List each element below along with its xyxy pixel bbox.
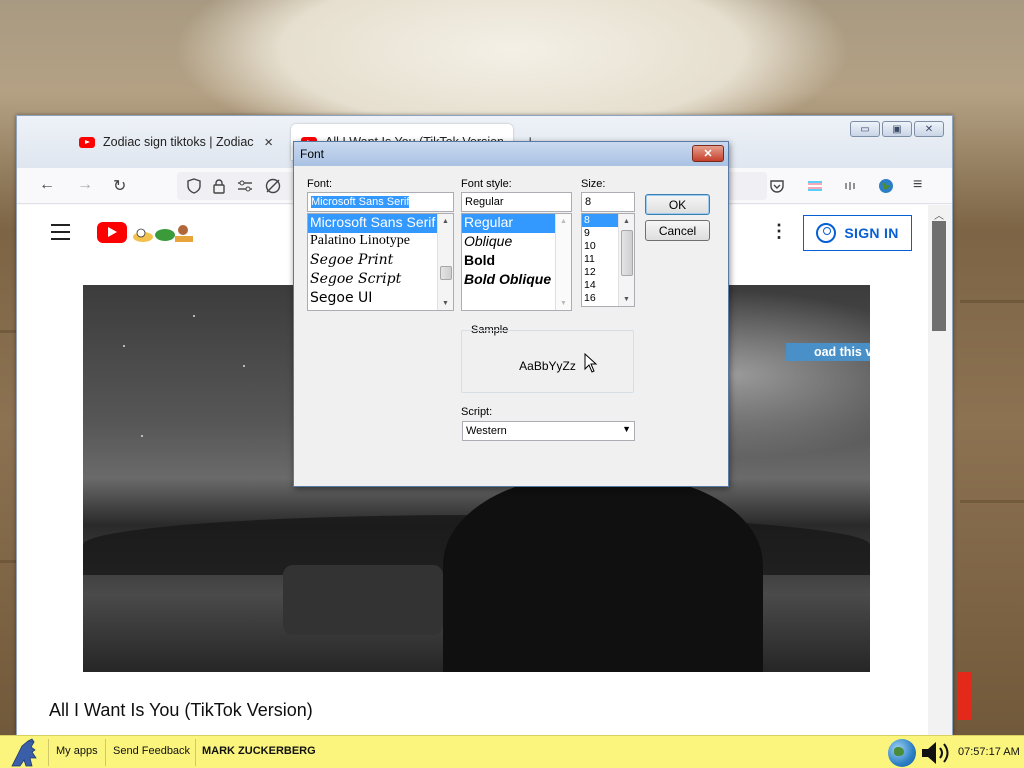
scroll-thumb[interactable] <box>440 266 452 280</box>
mouse-cursor-icon <box>584 353 598 373</box>
size-list-scrollbar[interactable]: ▲ ▼ <box>618 214 634 306</box>
red-object <box>958 672 972 720</box>
permissions-icon[interactable] <box>237 179 253 193</box>
taskbar: My apps Send Feedback MARK ZUCKERBERG 07… <box>0 735 1024 768</box>
autoplay-blocked-icon[interactable] <box>265 178 281 194</box>
close-window-button[interactable]: ✕ <box>914 121 944 137</box>
font-style-scrollbar[interactable]: ▲ ▼ <box>555 214 571 310</box>
font-list-item[interactable]: Segoe Script <box>308 271 453 290</box>
back-arrow-icon[interactable]: ← <box>39 176 55 194</box>
menu-icon[interactable]: ≡ <box>913 176 922 194</box>
more-options-icon[interactable]: ⋮ <box>770 221 788 242</box>
taskbar-divider <box>48 739 49 766</box>
wall-texture <box>0 330 16 333</box>
video-star <box>243 365 245 367</box>
font-list-item[interactable]: Palatino Linotype <box>308 233 453 252</box>
font-name-value: Microsoft Sans Serif <box>311 196 410 208</box>
wall-texture <box>0 560 16 563</box>
size-input[interactable]: 8 <box>581 192 635 212</box>
video-star <box>193 315 195 317</box>
sample-preview: AaBbYyZz <box>461 330 634 393</box>
scroll-thumb[interactable] <box>932 221 946 331</box>
youtube-doodle-icon[interactable] <box>131 221 197 245</box>
cancel-button[interactable]: Cancel <box>645 220 710 241</box>
youtube-logo-icon[interactable] <box>97 222 127 243</box>
pocket-icon[interactable] <box>769 178 785 194</box>
font-list-item[interactable]: Segoe UI <box>308 290 453 309</box>
video-star <box>141 435 143 437</box>
scroll-thumb[interactable] <box>621 230 633 276</box>
scroll-up-icon[interactable]: ▲ <box>556 214 571 228</box>
scroll-down-icon[interactable]: ▼ <box>619 292 634 306</box>
size-label: Size: <box>581 178 606 190</box>
tab-zodiac[interactable]: Zodiac sign tiktoks | Zodiac tiktoks × <box>69 124 283 160</box>
size-list[interactable]: 8 9 10 11 12 14 16 ▲ ▼ <box>581 213 635 307</box>
font-dialog: Font ✕ Font: Microsoft Sans Serif Micros… <box>293 141 729 487</box>
minimize-button[interactable]: ▭ <box>850 121 880 137</box>
start-dinosaur-icon[interactable] <box>8 738 46 768</box>
font-list-item[interactable]: Microsoft Sans Serif <box>308 214 453 233</box>
dialog-titlebar[interactable]: Font ✕ <box>294 142 728 166</box>
font-style-label: Font style: <box>461 178 512 190</box>
maximize-button[interactable]: ▣ <box>882 121 912 137</box>
volume-speaker-icon[interactable] <box>920 740 954 766</box>
my-apps-button[interactable]: My apps <box>56 745 98 757</box>
send-feedback-button[interactable]: Send Feedback <box>113 745 190 757</box>
taskbar-divider <box>105 739 106 766</box>
window-controls: ▭ ▣ ✕ <box>850 121 944 137</box>
lock-icon[interactable] <box>213 178 225 194</box>
taskbar-clock: 07:57:17 AM <box>958 746 1020 758</box>
dialog-close-button[interactable]: ✕ <box>692 145 724 162</box>
wall-texture <box>960 500 1024 503</box>
font-style-list[interactable]: Regular Oblique Bold Bold Oblique ▲ ▼ <box>461 213 572 311</box>
scroll-down-icon[interactable]: ▼ <box>438 296 453 310</box>
audio-extension-icon[interactable] <box>843 178 859 194</box>
page-scrollbar[interactable]: ︿ <box>928 205 952 735</box>
tab-close-icon[interactable]: × <box>264 134 273 151</box>
shield-icon[interactable] <box>187 178 201 194</box>
script-label: Script: <box>461 406 493 418</box>
scroll-down-icon[interactable]: ▼ <box>556 296 571 310</box>
video-star <box>123 345 125 347</box>
font-list[interactable]: Microsoft Sans Serif Palatino Linotype S… <box>307 213 454 311</box>
download-label: oad this video <box>813 345 870 359</box>
download-video-bar[interactable]: oad this video ? X <box>786 343 870 361</box>
tab-label: Zodiac sign tiktoks | Zodiac tiktoks <box>103 135 256 149</box>
wall-texture <box>960 300 1024 303</box>
font-list-scrollbar[interactable]: ▲ ▼ <box>437 214 453 310</box>
hamburger-menu-icon[interactable] <box>51 224 70 245</box>
font-name-input[interactable]: Microsoft Sans Serif <box>307 192 454 212</box>
network-globe-icon[interactable] <box>888 739 916 767</box>
font-style-input[interactable]: Regular <box>461 192 572 212</box>
video-figures <box>443 475 763 672</box>
dialog-body: Font: Microsoft Sans Serif Microsoft San… <box>294 166 728 488</box>
video-car <box>283 565 443 635</box>
script-select[interactable]: Western ▼ <box>462 421 635 441</box>
chevron-down-icon[interactable]: ▼ <box>622 424 631 434</box>
taskbar-divider <box>195 739 196 766</box>
font-label: Font: <box>307 178 333 190</box>
extension-flag-icon[interactable] <box>807 178 823 194</box>
scroll-up-icon[interactable]: ︿ <box>934 207 944 222</box>
globe-extension-icon[interactable] <box>877 177 895 195</box>
video-title: All I Want Is You (TikTok Version) <box>49 700 313 720</box>
scroll-up-icon[interactable]: ▲ <box>438 214 453 228</box>
sample-text: AaBbYyZz <box>519 359 576 373</box>
forward-arrow-icon[interactable]: → <box>77 176 93 194</box>
youtube-favicon-icon <box>79 136 95 148</box>
script-value: Western <box>466 425 507 437</box>
sign-in-button[interactable]: SIGN IN <box>803 215 912 251</box>
reload-icon[interactable]: ↻ <box>113 176 126 196</box>
dialog-title: Font <box>300 147 325 161</box>
ok-button[interactable]: OK <box>645 194 710 215</box>
user-avatar-icon <box>816 223 837 243</box>
scroll-up-icon[interactable]: ▲ <box>619 214 634 228</box>
user-name[interactable]: MARK ZUCKERBERG <box>202 745 316 757</box>
font-list-item[interactable]: Segoe Print <box>308 252 453 271</box>
sign-in-label: SIGN IN <box>844 225 899 241</box>
